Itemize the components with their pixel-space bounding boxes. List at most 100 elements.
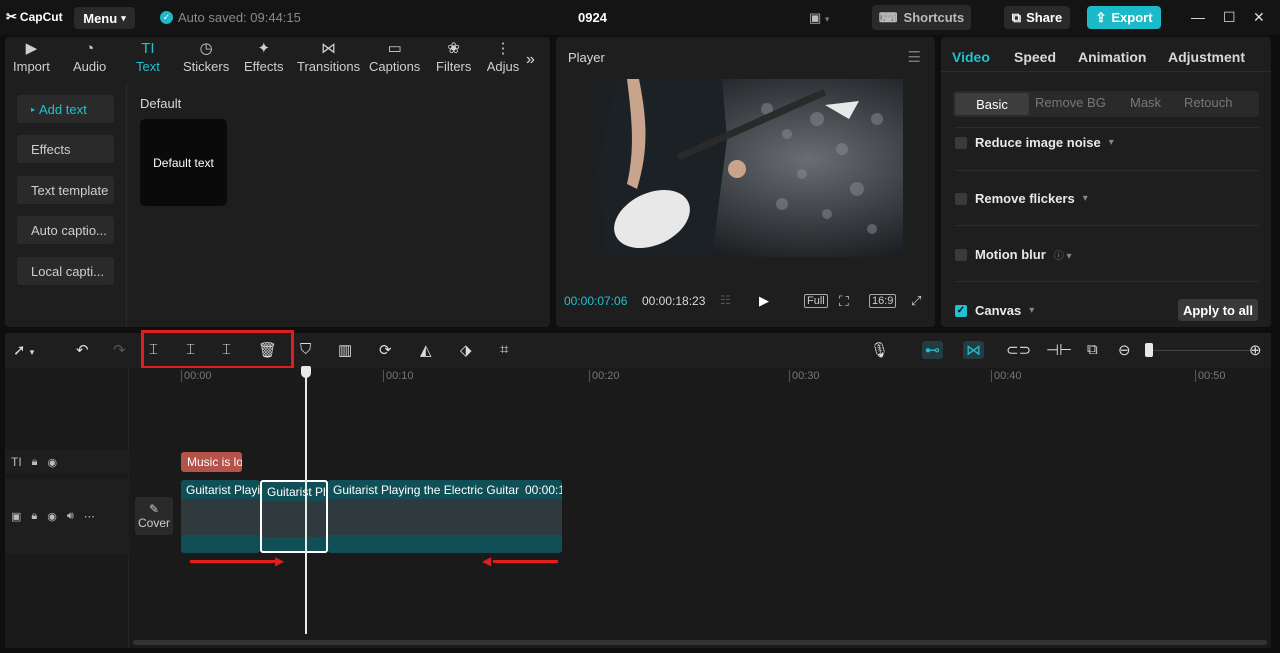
zoom-in-icon[interactable]: ⊕ <box>1249 341 1262 359</box>
close-icon[interactable]: ✕ <box>1253 9 1265 26</box>
video-clip-selected[interactable]: Guitarist Pl <box>260 480 328 553</box>
highlight-box <box>141 330 294 369</box>
maximize-icon[interactable]: ☐ <box>1223 9 1236 26</box>
share-button[interactable]: ⧉ Share <box>1004 6 1070 29</box>
hamburger-menu-icon[interactable]: ☰ <box>908 48 921 66</box>
filters-icon: ❀ <box>447 40 460 57</box>
sidebar-item-local-captions[interactable]: Local capti... <box>17 257 114 285</box>
sidebar-item-add-text[interactable]: ▸ Add text <box>17 95 114 123</box>
subtab-mask[interactable]: Mask <box>1130 95 1161 110</box>
checkbox-checked[interactable]: ✓ <box>955 304 967 317</box>
sidebar-item-text-template[interactable]: Text template <box>17 176 114 204</box>
text-sidebar: ▸ Add text Effects Text template Auto cap… <box>5 83 127 327</box>
thumbnail <box>232 499 260 535</box>
sidebar-item-label: Add text <box>39 101 87 117</box>
checkbox[interactable] <box>955 136 967 149</box>
freeze-icon[interactable]: ▥ <box>338 341 352 359</box>
tab-transitions[interactable]: ⋈ Transitions <box>297 39 360 74</box>
preview-axis-icon[interactable]: ⧉ <box>1087 341 1098 358</box>
playhead[interactable] <box>305 368 307 634</box>
undo-icon[interactable]: ↶ <box>76 341 89 359</box>
tab-text[interactable]: TI Text <box>136 39 160 74</box>
eye-icon[interactable]: ◉ <box>48 456 58 469</box>
redo-icon[interactable]: ↷ <box>113 341 126 359</box>
checkbox[interactable] <box>955 248 967 261</box>
shortcuts-button[interactable]: ⌨ Shortcuts <box>872 5 971 30</box>
video-clip[interactable]: Guitarist Playing the Electric Guitar 00… <box>328 480 562 553</box>
auto-snap-icon[interactable]: ⋈ <box>963 341 984 359</box>
layout-icon[interactable]: ▣ ▾ <box>809 10 829 26</box>
zoom-slider[interactable] <box>1148 350 1254 351</box>
lock-icon[interactable]: 🔒︎ <box>31 510 37 523</box>
eye-icon[interactable]: ◉ <box>47 510 57 523</box>
more-icon[interactable]: ⋯ <box>84 510 95 523</box>
chevron-down-icon: ▾ <box>1029 305 1035 316</box>
tab-speed[interactable]: Speed <box>1014 49 1056 65</box>
tab-captions[interactable]: ▭ Captions <box>369 39 420 74</box>
microphone-icon[interactable]: 🎙 <box>870 341 889 359</box>
full-quality-button[interactable]: Full <box>804 293 828 308</box>
text-icon: TI <box>141 40 155 57</box>
zoom-fit-icon[interactable]: ⛶ <box>839 293 849 310</box>
select-cursor-icon[interactable]: ➚ ▾ <box>13 341 34 359</box>
subtab-basic[interactable]: Basic <box>955 93 1029 115</box>
main-track-magnet-icon[interactable]: ⊷ <box>922 341 943 359</box>
edit-icon: ✎ <box>148 502 160 516</box>
option-canvas[interactable]: ✓ Canvas ▾ <box>955 303 1034 318</box>
option-label: Reduce image noise <box>975 135 1101 150</box>
tab-adjustment[interactable]: Adjustment <box>1168 49 1245 65</box>
tab-effects[interactable]: ✦ Effects <box>244 39 284 74</box>
sidebar-item-effects[interactable]: Effects <box>17 135 114 163</box>
option-remove-flickers[interactable]: Remove flickers ▾ <box>955 191 1088 206</box>
text-clip[interactable]: Music is lo <box>181 452 242 472</box>
apply-to-all-button[interactable]: Apply to all <box>1178 299 1258 321</box>
export-button[interactable]: ⇪ Export <box>1087 6 1161 29</box>
tab-animation[interactable]: Animation <box>1078 49 1146 65</box>
speaker-icon[interactable]: 🔊︎ <box>67 510 74 523</box>
more-tabs-icon[interactable]: » <box>526 51 535 69</box>
option-reduce-noise[interactable]: Reduce image noise ▾ <box>955 135 1114 150</box>
reverse-icon[interactable]: ⟳ <box>379 341 392 359</box>
aspect-ratio-button[interactable]: 16:9 <box>869 293 897 308</box>
tab-stickers[interactable]: ◷ Stickers <box>183 39 229 74</box>
tab-import[interactable]: ▶ Import <box>13 39 50 74</box>
zoom-out-icon[interactable]: ⊖ <box>1118 341 1131 359</box>
rotate-icon[interactable]: ⬗ <box>460 341 472 359</box>
video-clip[interactable]: Guitarist Playi <box>181 480 260 553</box>
tab-video[interactable]: Video <box>952 49 990 65</box>
mirror-icon[interactable]: ◭ <box>420 341 432 359</box>
link-icon[interactable]: ⊂⊃ <box>1006 341 1031 359</box>
red-arrow-left <box>493 560 558 563</box>
ruler-label: 00:50 <box>1195 370 1226 382</box>
default-text-card[interactable]: Default text <box>140 119 227 206</box>
subtab-retouch[interactable]: Retouch <box>1184 95 1232 110</box>
zoom-slider-handle[interactable] <box>1145 343 1153 357</box>
export-icon: ⇪ <box>1095 9 1107 25</box>
tab-audio[interactable]: ◔ Audio <box>73 39 106 74</box>
checkbox[interactable] <box>955 192 967 205</box>
import-icon: ▶ <box>25 40 38 57</box>
tab-label: Captions <box>369 59 421 74</box>
menu-button[interactable]: Menu ▾ <box>74 7 135 29</box>
timeline-grid-icon[interactable]: ☷ <box>720 293 731 307</box>
subtabs: Basic Remove BG Mask Retouch <box>953 91 1259 117</box>
ruler-label: 00:00 <box>181 370 212 382</box>
marker-icon[interactable]: ⛉ <box>300 341 311 358</box>
option-motion-blur[interactable]: Motion blur ⓘ ▾ <box>955 247 1072 262</box>
minimize-icon[interactable]: — <box>1191 9 1205 25</box>
clip-label: Guitarist Playing the Electric Guitar <box>333 483 520 497</box>
tab-filters[interactable]: ❀ Filters <box>436 39 471 74</box>
sidebar-item-auto-captions[interactable]: Auto captio... <box>17 216 114 244</box>
video-preview[interactable] <box>587 79 903 257</box>
subtab-remove-bg[interactable]: Remove BG <box>1035 95 1106 110</box>
playhead-handle[interactable] <box>301 366 311 378</box>
play-icon[interactable]: ▶ <box>759 293 769 309</box>
crop-icon[interactable]: ⌗ <box>500 341 508 358</box>
horizontal-scrollbar[interactable] <box>133 640 1267 645</box>
align-icon[interactable]: ⊣⊢ <box>1046 341 1072 359</box>
lock-icon[interactable]: 🔒︎ <box>32 456 38 469</box>
tab-adjustment[interactable]: ⋮ Adjus <box>487 39 519 74</box>
cover-button[interactable]: ✎ Cover <box>135 497 173 535</box>
option-label: Motion blur <box>975 247 1046 262</box>
fullscreen-icon[interactable]: ⤢ <box>911 293 921 309</box>
